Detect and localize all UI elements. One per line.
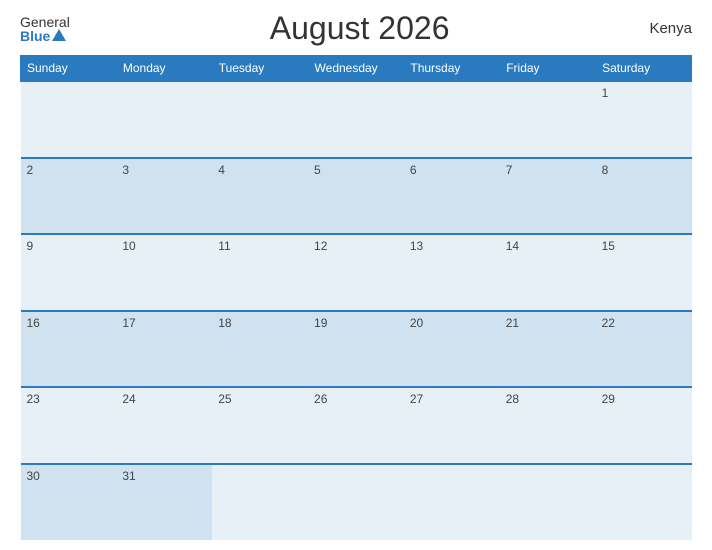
calendar-day-cell — [212, 81, 308, 158]
country-label: Kenya — [649, 20, 692, 37]
day-number: 4 — [218, 163, 225, 177]
calendar-day-cell: 6 — [404, 158, 500, 235]
calendar-day-cell: 26 — [308, 387, 404, 464]
calendar-day-cell: 3 — [116, 158, 212, 235]
calendar-day-header: Tuesday — [212, 56, 308, 82]
calendar-day-cell — [308, 81, 404, 158]
calendar-body: 1234567891011121314151617181920212223242… — [21, 81, 692, 540]
calendar-week-row: 2 3 4 5 6 7 8 — [21, 158, 692, 235]
calendar-day-cell: 5 — [308, 158, 404, 235]
calendar-day-header: Sunday — [21, 56, 117, 82]
calendar-day-cell: 25 — [212, 387, 308, 464]
day-number: 2 — [27, 163, 34, 177]
day-number: 22 — [602, 316, 615, 330]
calendar-day-cell: 23 — [21, 387, 117, 464]
day-number: 30 — [27, 469, 40, 483]
calendar-day-cell: 7 — [500, 158, 596, 235]
calendar-day-cell: 12 — [308, 234, 404, 311]
logo-triangle-icon — [52, 29, 66, 41]
day-number: 20 — [410, 316, 423, 330]
calendar-day-cell: 2 — [21, 158, 117, 235]
day-number: 16 — [27, 316, 40, 330]
day-number: 27 — [410, 392, 423, 406]
calendar-day-cell: 27 — [404, 387, 500, 464]
day-number: 14 — [506, 239, 519, 253]
calendar-day-cell: 28 — [500, 387, 596, 464]
day-number: 19 — [314, 316, 327, 330]
day-number: 26 — [314, 392, 327, 406]
day-number: 9 — [27, 239, 34, 253]
calendar-day-cell — [404, 464, 500, 541]
calendar-day-cell: 15 — [596, 234, 692, 311]
calendar-day-cell: 21 — [500, 311, 596, 388]
day-number: 13 — [410, 239, 423, 253]
calendar-day-cell: 22 — [596, 311, 692, 388]
logo-general-text: General — [20, 15, 70, 29]
calendar-day-header: Saturday — [596, 56, 692, 82]
day-number: 21 — [506, 316, 519, 330]
calendar-day-header: Friday — [500, 56, 596, 82]
day-number: 31 — [122, 469, 135, 483]
calendar-week-row: 1 — [21, 81, 692, 158]
calendar-week-row: 9 10 11 12 13 14 15 — [21, 234, 692, 311]
calendar-day-cell: 1 — [596, 81, 692, 158]
calendar-day-cell — [500, 81, 596, 158]
calendar-week-row: 30 31 — [21, 464, 692, 541]
calendar-day-cell: 20 — [404, 311, 500, 388]
calendar-day-header: Wednesday — [308, 56, 404, 82]
calendar-day-cell: 9 — [21, 234, 117, 311]
calendar-week-row: 23 24 25 26 27 28 29 — [21, 387, 692, 464]
logo: General Blue — [20, 15, 70, 43]
calendar-day-cell: 10 — [116, 234, 212, 311]
day-number: 11 — [218, 239, 230, 253]
calendar-day-cell — [116, 81, 212, 158]
day-number: 12 — [314, 239, 327, 253]
day-number: 25 — [218, 392, 231, 406]
calendar-day-cell: 17 — [116, 311, 212, 388]
calendar-day-cell: 29 — [596, 387, 692, 464]
calendar-day-cell: 19 — [308, 311, 404, 388]
day-number: 17 — [122, 316, 135, 330]
calendar-day-cell: 24 — [116, 387, 212, 464]
page-title: August 2026 — [270, 10, 450, 47]
calendar-day-cell: 13 — [404, 234, 500, 311]
day-number: 28 — [506, 392, 519, 406]
day-number: 29 — [602, 392, 615, 406]
calendar-day-cell: 8 — [596, 158, 692, 235]
day-number: 24 — [122, 392, 135, 406]
page-header: General Blue August 2026 Kenya — [20, 10, 692, 47]
calendar-day-cell: 4 — [212, 158, 308, 235]
calendar-day-cell: 18 — [212, 311, 308, 388]
calendar-day-header: Monday — [116, 56, 212, 82]
calendar-day-cell: 16 — [21, 311, 117, 388]
calendar-day-cell: 31 — [116, 464, 212, 541]
calendar-day-cell — [21, 81, 117, 158]
day-number: 10 — [122, 239, 135, 253]
calendar-day-cell — [308, 464, 404, 541]
calendar-day-header: Thursday — [404, 56, 500, 82]
calendar-day-cell — [212, 464, 308, 541]
logo-blue-text: Blue — [20, 29, 66, 43]
calendar-day-cell — [596, 464, 692, 541]
day-number: 3 — [122, 163, 129, 177]
calendar-week-row: 16 17 18 19 20 21 22 — [21, 311, 692, 388]
calendar-day-cell — [404, 81, 500, 158]
calendar-day-cell: 30 — [21, 464, 117, 541]
day-number: 5 — [314, 163, 321, 177]
calendar-day-cell — [500, 464, 596, 541]
day-number: 7 — [506, 163, 513, 177]
day-number: 23 — [27, 392, 40, 406]
day-number: 15 — [602, 239, 615, 253]
calendar-day-cell: 14 — [500, 234, 596, 311]
day-number: 8 — [602, 163, 609, 177]
day-number: 1 — [602, 86, 609, 100]
day-number: 6 — [410, 163, 417, 177]
calendar-day-cell: 11 — [212, 234, 308, 311]
calendar-table: SundayMondayTuesdayWednesdayThursdayFrid… — [20, 55, 692, 540]
calendar-header-row: SundayMondayTuesdayWednesdayThursdayFrid… — [21, 56, 692, 82]
day-number: 18 — [218, 316, 231, 330]
